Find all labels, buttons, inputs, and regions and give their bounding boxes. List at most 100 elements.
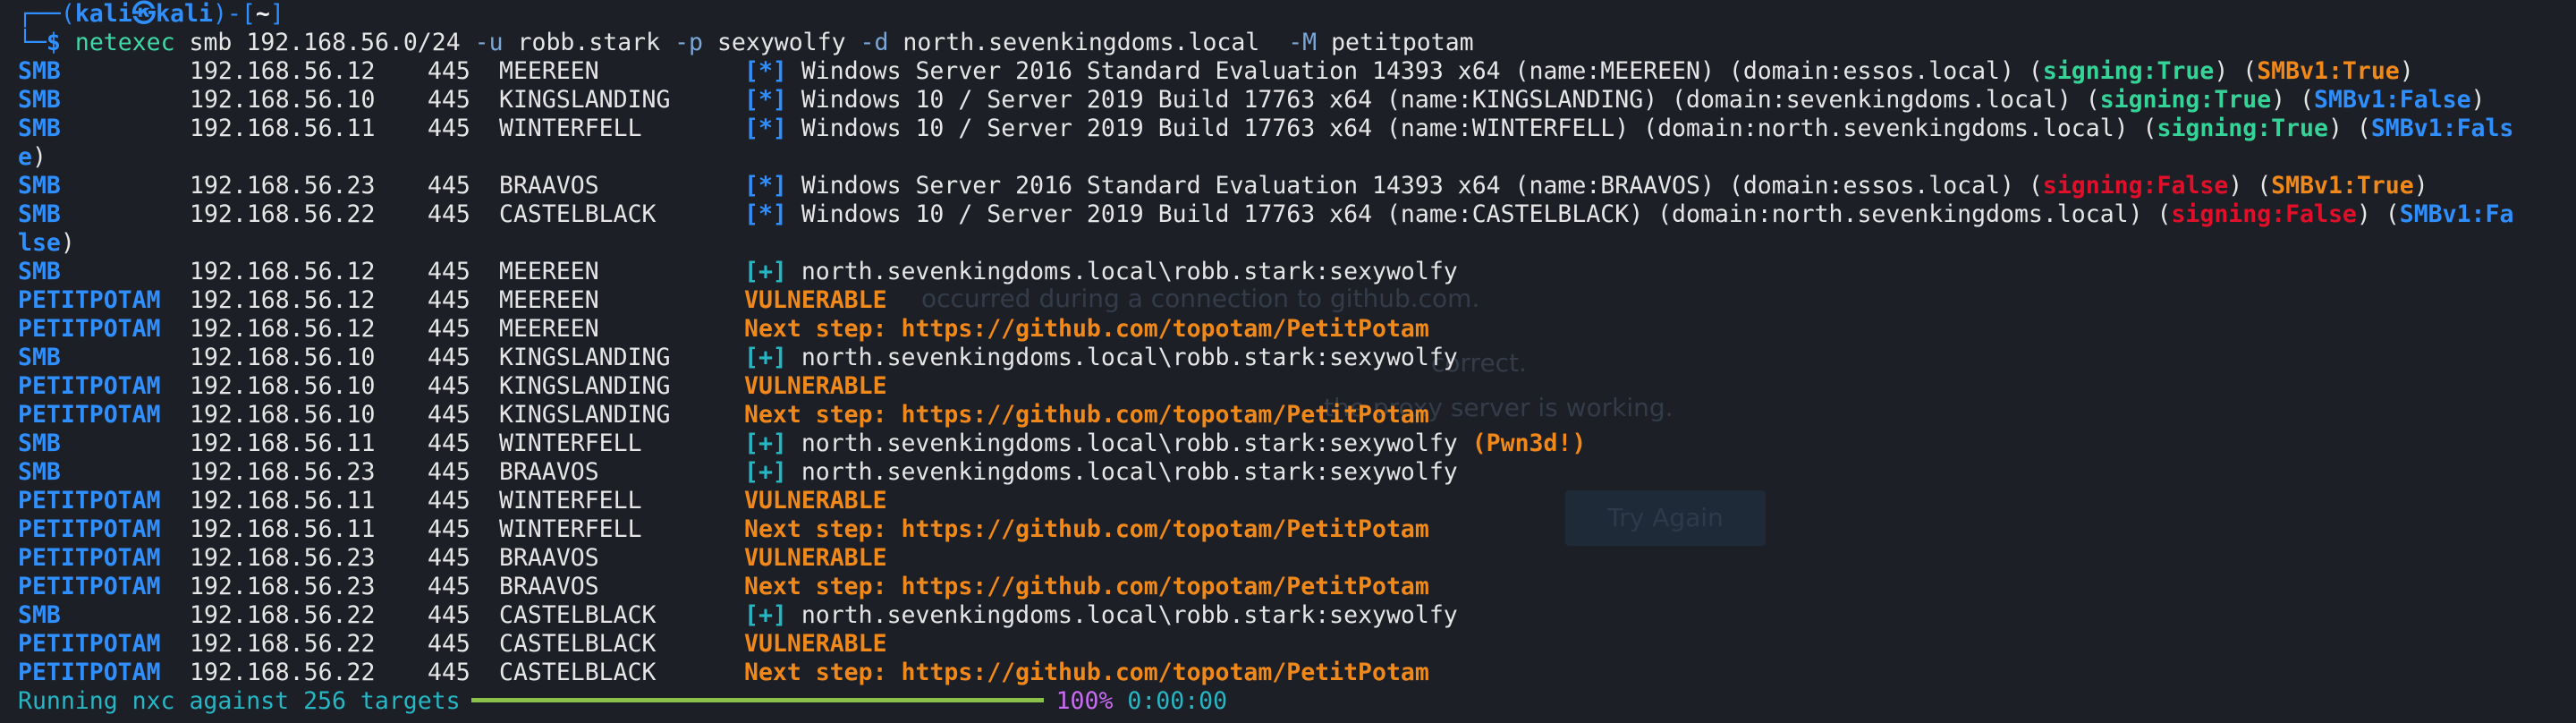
host-info: Windows 10 / Server 2019 Build 17763 x64… — [801, 115, 2157, 142]
ip-address: 192.168.56.23 — [190, 544, 376, 572]
wrapped-text: lse — [18, 229, 61, 257]
output-row: SMB 192.168.56.10 445 KINGSLANDING [+] north… — [18, 344, 2576, 372]
hostname: WINTERFELL — [499, 487, 642, 515]
protocol-label: SMB — [18, 115, 61, 142]
wrapped-text: e — [18, 143, 32, 171]
hostname: CASTELBLACK — [499, 659, 657, 686]
port: 445 — [428, 172, 470, 200]
command-line[interactable]: └─$ netexec smb 192.168.56.0/24 -u robb.… — [18, 29, 2576, 57]
hostname: KINGSLANDING — [499, 86, 671, 114]
hostname: MEEREEN — [499, 286, 599, 314]
ip-address: 192.168.56.10 — [190, 344, 376, 371]
ip-address: 192.168.56.23 — [190, 458, 376, 486]
closing-paren: ) — [2470, 86, 2486, 114]
status-marker: [+] — [744, 601, 787, 629]
command-name: netexec — [74, 29, 175, 56]
port: 445 — [428, 86, 470, 114]
vuln-message: VULNERABLE — [744, 487, 887, 515]
output-row: SMB 192.168.56.12 445 MEEREEN [*] Windows Se… — [18, 57, 2576, 86]
closing-paren: ) — [2399, 57, 2414, 85]
vuln-message: Next step: https://github.com/topotam/Pe… — [744, 573, 1429, 600]
wrapped-text-end: ) — [60, 229, 75, 257]
signing-value: signing:True — [2157, 115, 2328, 142]
status-marker: [*] — [744, 200, 787, 228]
output-row: SMB 192.168.56.10 445 KINGSLANDING [*] Windo… — [18, 86, 2576, 115]
pwned-badge: (Pwn3d!) — [1471, 430, 1587, 457]
smbv1-value: SMBv1:Fa — [2399, 200, 2514, 228]
port: 445 — [428, 344, 470, 371]
separator: ) ( — [2271, 86, 2315, 114]
output-row: SMB 192.168.56.12 445 MEEREEN [+] north.seve… — [18, 258, 2576, 286]
prompt-line-1: ┌──(kali㉿kali)-[~] — [18, 0, 284, 28]
progress-bar — [470, 698, 1044, 702]
port: 445 — [428, 430, 470, 457]
vuln-message: VULNERABLE — [744, 544, 887, 572]
protocol-label: SMB — [18, 200, 61, 228]
hostname: CASTELBLACK — [499, 200, 657, 228]
signing-value: signing:False — [2171, 200, 2357, 228]
terminal-output[interactable]: ┌──(kali㉿kali)-[~] └─$ netexec smb 192.1… — [18, 0, 2576, 716]
hostname: BRAAVOS — [499, 172, 599, 200]
status-line: Running nxc against 256 targets 100% 0:00… — [18, 687, 2576, 716]
output-row: PETITPOTAM 192.168.56.22 445 CASTELBLACK Nex… — [18, 659, 2576, 687]
ip-address: 192.168.56.22 — [190, 630, 376, 658]
separator: ) ( — [2356, 200, 2400, 228]
ip-address: 192.168.56.12 — [190, 286, 376, 314]
hostname: CASTELBLACK — [499, 601, 657, 629]
credential: north.sevenkingdoms.local\robb.stark:sex… — [801, 258, 1458, 285]
ip-address: 192.168.56.23 — [190, 573, 376, 600]
port: 445 — [428, 372, 470, 400]
output-row: SMB 192.168.56.22 445 CASTELBLACK [+] north.… — [18, 601, 2576, 630]
port: 445 — [428, 630, 470, 658]
protocol-label: SMB — [18, 601, 61, 629]
hostname: MEEREEN — [499, 57, 599, 85]
closing-paren: ) — [2413, 172, 2428, 200]
status-marker: [*] — [744, 57, 787, 85]
protocol-label: PETITPOTAM — [18, 286, 161, 314]
output-row: lse) — [18, 229, 2576, 258]
protocol-label: PETITPOTAM — [18, 573, 161, 600]
port: 445 — [428, 200, 470, 228]
protocol-label: PETITPOTAM — [18, 515, 161, 543]
vuln-message: Next step: https://github.com/topotam/Pe… — [744, 659, 1429, 686]
progress-percent: 100% — [1055, 687, 1114, 715]
status-marker: [*] — [744, 86, 787, 114]
hostname: BRAAVOS — [499, 544, 599, 572]
output-row: SMB 192.168.56.23 445 BRAAVOS [+] north.seve… — [18, 458, 2576, 487]
port: 445 — [428, 57, 470, 85]
protocol-label: SMB — [18, 258, 61, 285]
signing-value: signing:False — [2042, 172, 2229, 200]
port: 445 — [428, 544, 470, 572]
ip-address: 192.168.56.10 — [190, 401, 376, 429]
vuln-message: Next step: https://github.com/topotam/Pe… — [744, 315, 1429, 343]
ip-address: 192.168.56.11 — [190, 115, 376, 142]
credential: north.sevenkingdoms.local\robb.stark:sex… — [801, 458, 1458, 486]
ip-address: 192.168.56.22 — [190, 200, 376, 228]
smbv1-value: SMBv1:Fals — [2370, 115, 2514, 142]
status-marker: [+] — [744, 458, 787, 486]
hostname: BRAAVOS — [499, 458, 599, 486]
output-row: PETITPOTAM 192.168.56.23 445 BRAAVOS VULNERA… — [18, 544, 2576, 573]
output-row: SMB 192.168.56.22 445 CASTELBLACK [*] Window… — [18, 200, 2576, 229]
output-row: SMB 192.168.56.11 445 WINTERFELL [+] north.s… — [18, 430, 2576, 458]
protocol-label: PETITPOTAM — [18, 315, 161, 343]
port: 445 — [428, 659, 470, 686]
hostname: WINTERFELL — [499, 430, 642, 457]
port: 445 — [428, 487, 470, 515]
protocol-label: SMB — [18, 430, 61, 457]
separator: ) ( — [2327, 115, 2371, 142]
protocol-label: PETITPOTAM — [18, 487, 161, 515]
host-info: Windows Server 2016 Standard Evaluation … — [801, 57, 2043, 85]
status-marker: [+] — [744, 344, 787, 371]
prompt-path: ~ — [255, 0, 270, 28]
protocol-label: PETITPOTAM — [18, 401, 161, 429]
ip-address: 192.168.56.10 — [190, 86, 376, 114]
host-info: Windows 10 / Server 2019 Build 17763 x64… — [801, 200, 2172, 228]
credential: north.sevenkingdoms.local\robb.stark:sex… — [801, 430, 1472, 457]
status-marker: [*] — [744, 115, 787, 142]
port: 445 — [428, 573, 470, 600]
vuln-message: VULNERABLE — [744, 286, 887, 314]
ip-address: 192.168.56.12 — [190, 57, 376, 85]
protocol-label: PETITPOTAM — [18, 630, 161, 658]
signing-value: signing:True — [2099, 86, 2272, 114]
